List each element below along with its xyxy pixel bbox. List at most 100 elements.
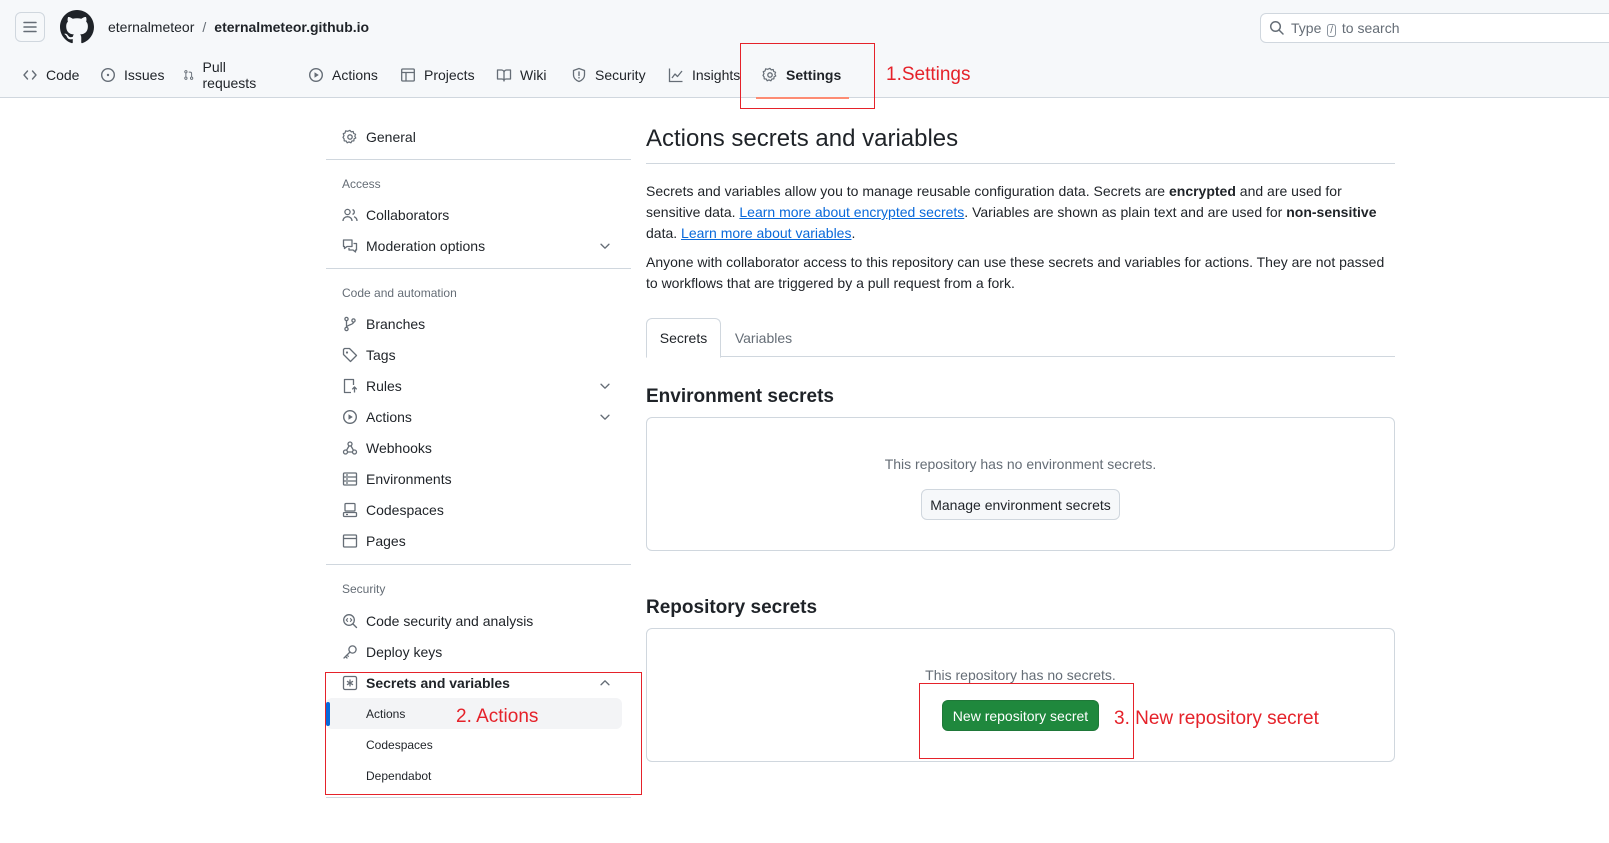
sidebar-item-codespaces[interactable]: Codespaces <box>326 494 622 525</box>
chevron-down-icon <box>600 243 610 249</box>
page-title: Actions secrets and variables <box>646 125 959 152</box>
tab-insights-label: Insights <box>692 67 741 83</box>
sidebar-heading-access: Access <box>342 177 381 191</box>
webhook-icon <box>342 440 358 455</box>
description-text: data. <box>646 225 682 241</box>
search-placeholder: Type / to search <box>1291 20 1400 37</box>
play-circle-icon <box>308 67 324 83</box>
sidebar-item-tags[interactable]: Tags <box>326 339 622 370</box>
tab-variables[interactable]: Variables <box>726 318 801 357</box>
sidebar-divider <box>326 268 631 269</box>
sidebar-divider <box>326 159 631 160</box>
tab-pull-requests[interactable]: Pull requests <box>183 58 261 92</box>
tab-code-label: Code <box>46 67 80 83</box>
sidebar-item-code-security[interactable]: Code security and analysis <box>326 605 622 636</box>
table-icon <box>401 68 415 82</box>
sidebar-item-rules[interactable]: Rules <box>326 370 622 401</box>
breadcrumb: eternalmeteor / eternalmeteor.github.io <box>108 19 369 35</box>
search-shortcut-key: / <box>1327 23 1337 37</box>
chevron-down-icon <box>600 414 610 420</box>
tab-issues-label: Issues <box>124 67 165 83</box>
sidebar-divider <box>326 564 631 565</box>
tab-wiki[interactable]: Wiki <box>496 58 546 92</box>
environment-secrets-title: Environment secrets <box>646 386 834 407</box>
sidebar-item-label: Moderation options <box>366 237 486 254</box>
repo-owner-link[interactable]: eternalmeteor <box>108 19 194 35</box>
sidebar-heading-code-automation: Code and automation <box>342 286 457 300</box>
github-logo-icon[interactable] <box>60 10 94 44</box>
play-circle-icon <box>342 409 358 424</box>
key-icon <box>343 644 357 659</box>
sidebar-item-actions[interactable]: Actions <box>326 401 622 432</box>
codescan-icon <box>343 613 358 628</box>
repo-name-link[interactable]: eternalmeteor.github.io <box>214 19 369 35</box>
search-icon <box>1269 20 1284 35</box>
comment-discussion-icon <box>342 238 358 253</box>
menu-button[interactable] <box>15 12 45 42</box>
tab-projects[interactable]: Projects <box>400 58 475 92</box>
sidebar-item-environments[interactable]: Environments <box>326 463 622 494</box>
browser-icon <box>342 533 358 548</box>
sidebar-item-label: Actions <box>366 408 412 425</box>
annotation-step3: 3. New repository secret <box>1114 708 1319 729</box>
breadcrumb-separator: / <box>202 19 207 35</box>
variables-link[interactable]: Learn more about variables <box>681 225 851 241</box>
graph-icon <box>668 68 683 83</box>
sidebar-item-label: Rules <box>366 377 402 394</box>
tab-projects-label: Projects <box>424 67 475 83</box>
manage-environment-secrets-button[interactable]: Manage environment secrets <box>921 489 1120 520</box>
sidebar-item-label: Collaborators <box>366 206 450 223</box>
sidebar-item-webhooks[interactable]: Webhooks <box>326 432 622 463</box>
repository-secrets-empty: This repository has no secrets. <box>925 667 1116 683</box>
sidebar-item-collaborators[interactable]: Collaborators <box>326 199 622 230</box>
search-input[interactable]: Type / to search <box>1260 13 1609 43</box>
tab-code[interactable]: Code <box>22 58 79 92</box>
sidebar-item-label: General <box>366 128 416 145</box>
annotation-step1: 1.Settings <box>886 64 971 85</box>
sidebar-item-label: Code security and analysis <box>366 612 534 629</box>
repo-push-icon <box>343 378 358 393</box>
book-icon <box>496 69 512 82</box>
description-paragraph: Secrets and variables allow you to manag… <box>646 181 1395 244</box>
tab-actions-label: Actions <box>332 67 378 83</box>
sidebar-item-label: Codespaces <box>366 501 444 518</box>
sidebar-item-label: Deploy keys <box>366 643 443 660</box>
description-bold: non-sensitive <box>1286 204 1377 220</box>
codespaces-icon <box>342 502 358 517</box>
tab-issues[interactable]: Issues <box>100 58 164 92</box>
people-icon <box>342 208 358 221</box>
sidebar-item-label: Environments <box>366 470 452 487</box>
tab-security[interactable]: Security <box>571 58 646 92</box>
tab-actions[interactable]: Actions <box>308 58 378 92</box>
search-prefix: Type <box>1291 19 1322 36</box>
tab-insights[interactable]: Insights <box>668 58 740 92</box>
annotation-box-new-secret <box>919 683 1134 759</box>
secrets-tabs: Secrets Variables <box>646 318 1395 358</box>
annotation-box-settings <box>740 43 875 109</box>
sidebar-item-moderation[interactable]: Moderation options <box>326 230 622 261</box>
tag-icon <box>342 347 358 362</box>
description-text: . Variables are shown as plain text and … <box>964 204 1287 220</box>
tab-secrets[interactable]: Secrets <box>646 318 721 358</box>
description-text: Secrets and variables allow you to manag… <box>646 183 1169 199</box>
sidebar-item-branches[interactable]: Branches <box>326 308 622 339</box>
sidebar-item-label: Pages <box>366 532 406 549</box>
sidebar-item-label: Tags <box>366 346 396 363</box>
tab-pull-requests-label: Pull requests <box>202 59 257 91</box>
encrypted-secrets-link[interactable]: Learn more about encrypted secrets <box>739 204 964 220</box>
tab-wiki-label: Wiki <box>520 67 547 83</box>
sidebar-item-pages[interactable]: Pages <box>326 525 622 556</box>
sidebar-divider <box>326 797 631 798</box>
description-text: . <box>851 225 856 241</box>
sidebar-item-general[interactable]: General <box>326 121 622 152</box>
sidebar-item-label: Webhooks <box>366 439 432 456</box>
repository-secrets-title: Repository secrets <box>646 597 818 618</box>
search-suffix: to search <box>1341 19 1400 36</box>
collaborator-note: Anyone with collaborator access to this … <box>646 254 1385 291</box>
server-icon <box>342 471 358 486</box>
title-divider <box>646 163 1395 164</box>
sidebar-item-deploy-keys[interactable]: Deploy keys <box>326 636 622 667</box>
annotation-box-actions <box>325 672 642 795</box>
environment-secrets-empty: This repository has no environment secre… <box>884 456 1157 472</box>
shield-icon <box>572 67 586 83</box>
